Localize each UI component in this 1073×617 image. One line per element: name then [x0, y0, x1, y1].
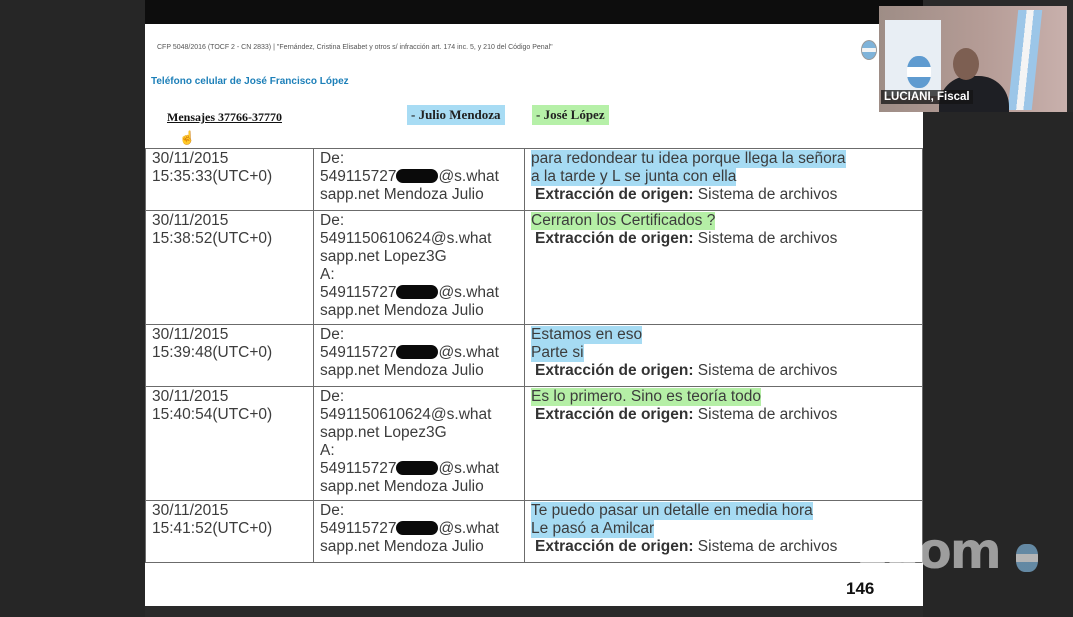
message-date: 30/11/2015 — [152, 150, 229, 167]
messages-range: Mensajes 37766-37770 — [167, 110, 282, 124]
message-participants: De: 5491150610624@s.what sapp.net Lopez3G A… — [313, 386, 525, 501]
message-body: Cerraron los Certificados ? Extracción de… — [524, 210, 923, 325]
from-address-tail: sapp.net Mendoza Julio — [320, 362, 484, 379]
from-address: 5491150610624@s.what — [320, 230, 492, 247]
message-participants: De: 549115727 @s.what sapp.net Mendoza Juli… — [313, 148, 525, 211]
message-timestamp: 30/11/2015 15:35:33(UTC+0) — [145, 148, 314, 211]
redaction-mark — [396, 169, 439, 183]
table-row: 30/11/2015 15:41:52(UTC+0) De: 549115727 @s.… — [145, 500, 923, 563]
shared-document: CFP 5048/2016 (TOCF 2 - CN 2833) | "Fern… — [145, 24, 923, 606]
from-address-tail: sapp.net Lopez3G — [320, 424, 447, 441]
message-date: 30/11/2015 — [152, 388, 229, 405]
argentina-seal-icon — [861, 40, 877, 60]
message-text-line: Es lo primero. Sino es teoría todo — [531, 388, 762, 406]
message-text-line: Le pasó a Amilcar — [531, 520, 655, 538]
extraction-source: Extracción de origen: Sistema de archivo… — [535, 230, 838, 247]
extraction-source: Extracción de origen: Sistema de archivo… — [535, 362, 838, 379]
legend-jose-lopez: - José López — [532, 105, 609, 125]
message-body: Es lo primero. Sino es teoría todo Extrac… — [524, 386, 923, 501]
message-participants: De: 549115727 @s.what sapp.net Mendoza Juli… — [313, 500, 525, 563]
hand-cursor-icon: ☝ — [179, 130, 196, 145]
page-number: 146 — [846, 579, 875, 598]
redaction-mark — [396, 521, 439, 535]
from-address: 549115727 @s.what — [320, 344, 499, 361]
message-time: 15:35:33(UTC+0) — [152, 168, 273, 185]
phone-title: Teléfono celular de José Francisco López — [151, 76, 349, 87]
message-timestamp: 30/11/2015 15:39:48(UTC+0) — [145, 324, 314, 387]
message-timestamp: 30/11/2015 15:41:52(UTC+0) — [145, 500, 314, 563]
message-body: Estamos en eso Parte si Extracción de orig… — [524, 324, 923, 387]
from-label: De: — [320, 502, 345, 519]
message-text-line: Parte si — [531, 344, 584, 362]
table-row: 30/11/2015 15:38:52(UTC+0) De: 549115061062… — [145, 210, 923, 325]
table-row: 30/11/2015 15:39:48(UTC+0) De: 549115727 @s.… — [145, 324, 923, 387]
to-address: 549115727 @s.what — [320, 460, 499, 477]
from-address: 549115727 @s.what — [320, 168, 499, 185]
zoom-meeting-window: CFP 5048/2016 (TOCF 2 - CN 2833) | "Fern… — [0, 0, 1073, 617]
message-time: 15:39:48(UTC+0) — [152, 344, 273, 361]
message-time: 15:41:52(UTC+0) — [152, 520, 273, 537]
from-address: 549115727 @s.what — [320, 520, 499, 537]
from-label: De: — [320, 326, 345, 343]
institution-emblem-icon — [1016, 544, 1038, 572]
message-date: 30/11/2015 — [152, 326, 229, 343]
from-address-tail: sapp.net Lopez3G — [320, 248, 447, 265]
message-text-line: Estamos en eso — [531, 326, 643, 344]
to-label: A: — [320, 266, 335, 283]
table-row: 30/11/2015 15:40:54(UTC+0) De: 549115061062… — [145, 386, 923, 501]
argentina-flag — [1007, 10, 1043, 110]
message-participants: De: 549115727 @s.what sapp.net Mendoza Juli… — [313, 324, 525, 387]
from-label: De: — [320, 388, 345, 405]
from-label: De: — [320, 150, 345, 167]
message-date: 30/11/2015 — [152, 212, 229, 229]
message-text-line: para redondear tu idea porque llega la s… — [531, 150, 846, 168]
message-time: 15:38:52(UTC+0) — [152, 230, 273, 247]
message-text-line: a la tarde y L se junta con ella — [531, 168, 737, 186]
participant-head — [953, 48, 979, 80]
case-header: CFP 5048/2016 (TOCF 2 - CN 2833) | "Fern… — [157, 44, 553, 51]
message-time: 15:40:54(UTC+0) — [152, 406, 273, 423]
to-label: A: — [320, 442, 335, 459]
redaction-mark — [396, 345, 439, 359]
redaction-mark — [396, 461, 439, 475]
message-text-line: Te puedo pasar un detalle en media hora — [531, 502, 813, 520]
extraction-source: Extracción de origen: Sistema de archivo… — [535, 186, 838, 203]
to-address-tail: sapp.net Mendoza Julio — [320, 302, 484, 319]
table-row: 30/11/2015 15:35:33(UTC+0) De: 549115727 @s.… — [145, 148, 923, 211]
from-address-tail: sapp.net Mendoza Julio — [320, 186, 484, 203]
participant-name-label: LUCIANI, Fiscal — [881, 90, 973, 104]
message-date: 30/11/2015 — [152, 502, 229, 519]
legend-julio-mendoza: - Julio Mendoza — [407, 105, 505, 125]
argentina-shield-icon — [907, 56, 931, 88]
to-address-tail: sapp.net Mendoza Julio — [320, 478, 484, 495]
from-label: De: — [320, 212, 345, 229]
top-dark-strip — [145, 0, 923, 24]
from-address-tail: sapp.net Mendoza Julio — [320, 538, 484, 555]
to-address: 549115727 @s.what — [320, 284, 499, 301]
message-participants: De: 5491150610624@s.what sapp.net Lopez3G A… — [313, 210, 525, 325]
message-body: para redondear tu idea porque llega la s… — [524, 148, 923, 211]
messages-table: 30/11/2015 15:35:33(UTC+0) De: 549115727 @s.… — [145, 148, 923, 563]
from-address: 5491150610624@s.what — [320, 406, 492, 423]
redaction-mark — [396, 285, 439, 299]
message-timestamp: 30/11/2015 15:40:54(UTC+0) — [145, 386, 314, 501]
message-timestamp: 30/11/2015 15:38:52(UTC+0) — [145, 210, 314, 325]
participant-video-tile[interactable]: LUCIANI, Fiscal — [879, 6, 1067, 112]
zoom-logo: zoom — [858, 522, 1002, 580]
message-text-line: Cerraron los Certificados ? — [531, 212, 716, 230]
extraction-source: Extracción de origen: Sistema de archivo… — [535, 406, 838, 423]
shield-banner — [885, 20, 941, 96]
left-dark-margin — [0, 0, 145, 617]
